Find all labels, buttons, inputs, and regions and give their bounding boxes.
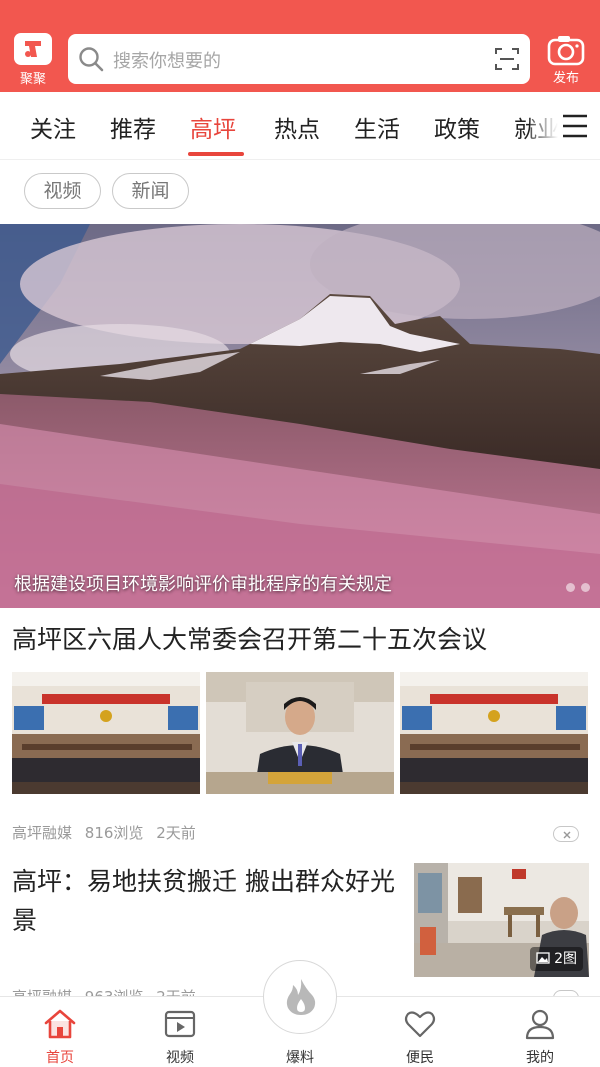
article-thumbnail[interactable] xyxy=(400,672,588,794)
nav-service[interactable]: 便民 xyxy=(380,997,460,1067)
article-meta: 高坪融媒 816浏览 2天前 xyxy=(12,822,204,843)
meeting-hall-image xyxy=(400,672,588,794)
nav-label: 视频 xyxy=(166,1050,194,1066)
menu-icon[interactable] xyxy=(561,113,589,139)
home-icon xyxy=(44,1009,76,1039)
speaker-image xyxy=(206,672,394,794)
camera-icon xyxy=(547,36,585,66)
hero-banner[interactable]: 根据建设项目环境影响评价审批程序的有关规定 xyxy=(0,224,600,608)
search-bar[interactable]: 搜索你想要的 xyxy=(68,34,530,84)
carousel-dot[interactable] xyxy=(566,583,575,592)
tab-guanzhu[interactable]: 关注 xyxy=(30,110,76,144)
channel-tabs: 关注 推荐 高坪 热点 生活 政策 就业 xyxy=(0,92,600,160)
filter-chip-video[interactable]: 视频 xyxy=(24,173,101,209)
app-logo[interactable] xyxy=(14,33,52,65)
nav-profile[interactable]: 我的 xyxy=(500,997,580,1067)
nav-label: 我的 xyxy=(526,1050,554,1066)
publish-label: 发布 xyxy=(552,71,579,86)
article-thumbnail[interactable]: 2图 xyxy=(414,863,589,977)
scan-icon[interactable] xyxy=(494,46,520,72)
meeting-hall-image xyxy=(12,672,200,794)
tipoff-button[interactable] xyxy=(263,960,337,1034)
filter-chip-news[interactable]: 新闻 xyxy=(112,173,189,209)
search-icon xyxy=(79,47,104,72)
tab-zhengce[interactable]: 政策 xyxy=(434,110,480,144)
nav-label: 便民 xyxy=(406,1050,434,1066)
article-views: 816浏览 xyxy=(84,824,144,842)
publish-button[interactable]: 发布 xyxy=(546,34,586,90)
image-icon xyxy=(535,952,550,964)
dismiss-button[interactable] xyxy=(553,826,579,842)
user-icon xyxy=(525,1009,555,1040)
logo-icon xyxy=(25,41,41,57)
top-bar: 聚聚 搜索你想要的 发布 xyxy=(0,0,600,92)
active-tab-indicator xyxy=(188,152,244,156)
article-time: 2天前 xyxy=(156,824,196,842)
article-thumbnail[interactable] xyxy=(206,672,394,794)
heart-icon xyxy=(404,1011,436,1038)
fire-icon xyxy=(286,979,316,1015)
hero-caption: 根据建设项目环境影响评价审批程序的有关规定 xyxy=(14,574,392,595)
image-count-badge: 2图 xyxy=(529,947,583,971)
video-icon xyxy=(164,1010,196,1038)
close-icon xyxy=(563,831,571,839)
nav-home[interactable]: 首页 xyxy=(20,997,100,1067)
tab-redian[interactable]: 热点 xyxy=(274,110,320,144)
image-count: 2图 xyxy=(554,951,577,967)
hero-image xyxy=(0,224,600,608)
tab-gaoping[interactable]: 高坪 xyxy=(190,110,236,144)
nav-label: 爆料 xyxy=(286,1050,314,1066)
logo-label: 聚聚 xyxy=(19,72,46,87)
article-source: 高坪融媒 xyxy=(12,824,73,842)
article-title[interactable]: 高坪区六届人大常委会召开第二十五次会议 xyxy=(12,620,487,656)
tab-shenghuo[interactable]: 生活 xyxy=(354,110,400,144)
search-input[interactable]: 搜索你想要的 xyxy=(113,47,221,73)
carousel-dot[interactable] xyxy=(581,583,590,592)
nav-video[interactable]: 视频 xyxy=(140,997,220,1067)
carousel-dots xyxy=(560,577,590,596)
nav-label: 首页 xyxy=(46,1050,74,1066)
tab-tuijian[interactable]: 推荐 xyxy=(110,110,156,144)
article-title[interactable]: 高坪：易地扶贫搬迁 搬出群众好光景 xyxy=(12,862,407,940)
article-thumbnail[interactable] xyxy=(12,672,200,794)
